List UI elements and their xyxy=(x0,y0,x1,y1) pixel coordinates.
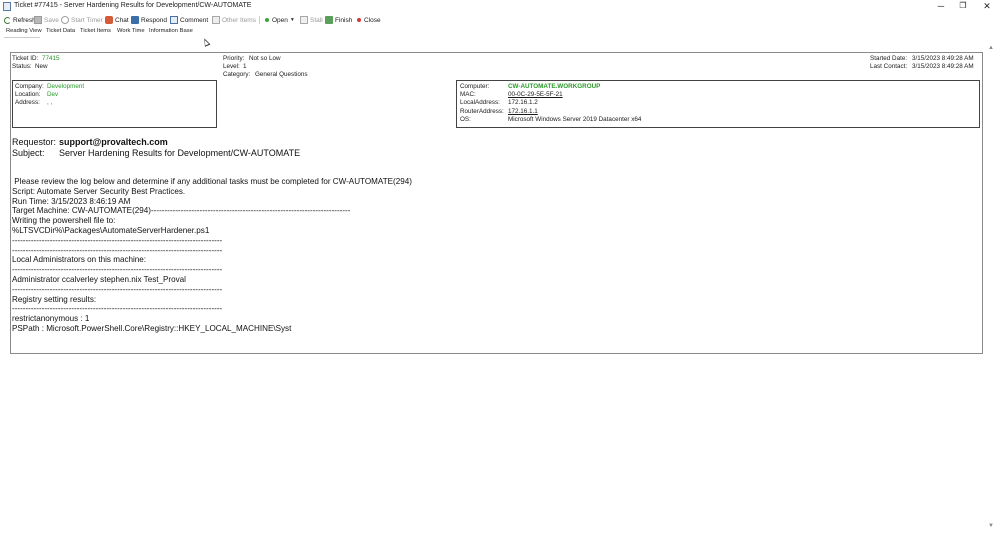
save-label: Save xyxy=(44,16,59,24)
chat-label: Chat xyxy=(115,16,129,24)
open-label: Open xyxy=(272,16,288,24)
stall-label: Stall xyxy=(310,16,323,24)
ticket-id-value: 77415 xyxy=(42,55,60,62)
stall-button[interactable]: Stall xyxy=(300,14,323,26)
started-date-label: Started Date: xyxy=(870,55,908,62)
other-items-label: Other Items xyxy=(222,16,256,24)
timer-icon xyxy=(61,16,69,24)
computer-link[interactable]: CW-AUTOMATE.WORKGROUP xyxy=(508,83,600,90)
comment-icon xyxy=(170,16,178,24)
vertical-scrollbar[interactable]: ▲ ▼ xyxy=(987,43,996,529)
window-title: Ticket #77415 - Server Hardening Results… xyxy=(14,2,252,9)
comment-label: Comment xyxy=(180,16,209,24)
local-address-value: 172.16.1.2 xyxy=(508,99,538,106)
open-status-icon xyxy=(265,18,269,22)
local-address-label: LocalAddress: xyxy=(460,99,500,106)
computer-label: Computer: xyxy=(460,83,490,90)
status-label: Status: xyxy=(12,63,32,70)
finish-label: Finish xyxy=(335,16,353,24)
tab-ticket-items[interactable]: Ticket Items xyxy=(80,28,111,34)
respond-button[interactable]: Respond xyxy=(131,14,167,26)
category-label: Category: xyxy=(223,71,251,78)
os-label: OS: xyxy=(460,116,471,123)
company-link[interactable]: Development xyxy=(47,83,84,90)
close-window-button[interactable]: ✕ xyxy=(975,0,999,13)
mac-label: MAC: xyxy=(460,91,476,98)
close-ticket-button[interactable]: Close xyxy=(356,14,381,26)
maximize-button[interactable]: ❐ xyxy=(951,0,975,13)
tab-ticket-data[interactable]: Ticket Data xyxy=(46,28,75,34)
category-value: General Questions xyxy=(255,71,308,78)
address-label: Address: xyxy=(15,99,40,106)
toolbar-divider xyxy=(259,16,260,24)
refresh-icon xyxy=(4,16,11,24)
respond-label: Respond xyxy=(141,16,168,24)
save-icon xyxy=(34,16,42,24)
scroll-up-icon[interactable]: ▲ xyxy=(988,45,994,51)
priority-value: Not so Low xyxy=(249,55,281,62)
level-label: Level: xyxy=(223,63,240,70)
save-button[interactable]: Save xyxy=(34,14,59,26)
ticket-id-label: Ticket ID: xyxy=(12,55,39,62)
subject-label: Subject: xyxy=(12,148,45,158)
close-label: Close xyxy=(364,16,381,24)
finish-icon xyxy=(325,16,333,24)
address-value: , , xyxy=(47,99,53,106)
start-timer-button[interactable]: Start Timer xyxy=(61,14,103,26)
respond-icon xyxy=(131,16,139,24)
chevron-down-icon: ▼ xyxy=(289,17,295,23)
toolbar: Refresh Save Start Timer Chat Respond Co… xyxy=(0,14,1000,26)
location-label: Location: xyxy=(15,91,41,98)
comment-button[interactable]: Comment xyxy=(170,14,208,26)
minimize-button[interactable]: ─ xyxy=(929,0,953,13)
tab-reading-view[interactable]: Reading View xyxy=(6,28,42,34)
requestor-label: Requestor: xyxy=(12,137,57,147)
chat-button[interactable]: Chat xyxy=(105,14,129,26)
other-items-button[interactable]: Other Items xyxy=(212,14,256,26)
tab-bar: Reading View Ticket Data Ticket Items Wo… xyxy=(0,28,1000,38)
os-value: Microsoft Windows Server 2019 Datacenter… xyxy=(508,116,642,123)
refresh-label: Refresh xyxy=(13,16,36,24)
tab-information-base[interactable]: Information Base xyxy=(149,28,193,34)
last-contact-label: Last Contact: xyxy=(870,63,908,70)
scroll-down-icon[interactable]: ▼ xyxy=(988,523,994,529)
active-tab-indicator xyxy=(4,37,40,38)
priority-label: Priority: xyxy=(223,55,245,62)
tab-work-time[interactable]: Work Time xyxy=(117,28,145,34)
refresh-button[interactable]: Refresh xyxy=(4,14,36,26)
close-status-icon xyxy=(357,18,361,22)
requestor-value: support@provaltech.com xyxy=(59,137,168,147)
start-timer-label: Start Timer xyxy=(71,16,103,24)
open-dropdown-button[interactable]: Open ▼ xyxy=(264,14,295,26)
company-label: Company: xyxy=(15,83,44,90)
title-bar: Ticket #77415 - Server Hardening Results… xyxy=(0,0,1000,13)
router-address-label: RouterAddress: xyxy=(460,108,504,115)
ticket-body-log: Please review the log below and determin… xyxy=(12,177,412,333)
subject-value: Server Hardening Results for Development… xyxy=(59,148,301,158)
stall-icon xyxy=(300,16,308,24)
router-address-link[interactable]: 172.16.1.1 xyxy=(508,108,538,115)
finish-button[interactable]: Finish xyxy=(325,14,352,26)
other-items-icon xyxy=(212,16,220,24)
chat-icon xyxy=(105,16,113,24)
mac-link[interactable]: 00-0C-29-5E-5F-21 xyxy=(508,91,563,98)
last-contact-value: 3/15/2023 8:49:28 AM xyxy=(912,63,974,70)
ticket-app-icon xyxy=(3,2,11,11)
started-date-value: 3/15/2023 8:49:28 AM xyxy=(912,55,974,62)
status-value: New xyxy=(35,63,48,70)
level-value: 1 xyxy=(243,63,247,70)
location-link[interactable]: Dev xyxy=(47,91,58,98)
